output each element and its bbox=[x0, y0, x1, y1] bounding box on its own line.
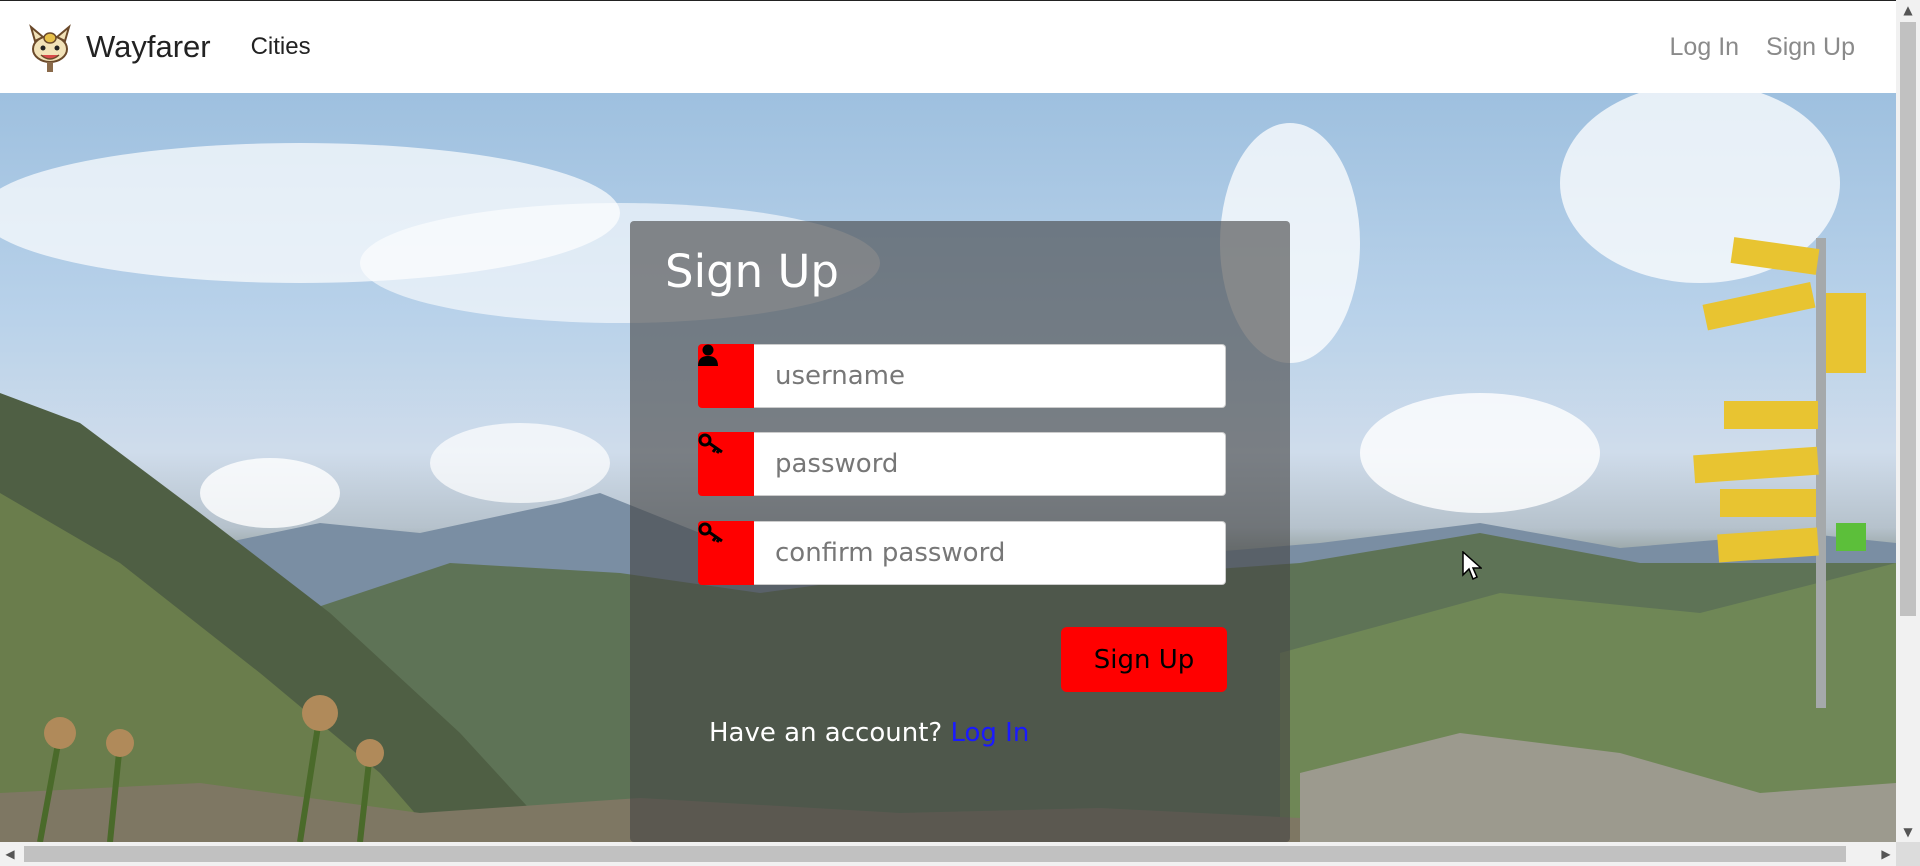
horizontal-scroll-thumb[interactable] bbox=[24, 846, 1846, 862]
signup-submit-button[interactable]: Sign Up bbox=[1061, 627, 1227, 692]
scroll-left-arrow-icon[interactable]: ◀ bbox=[0, 842, 20, 866]
nav-link-login[interactable]: Log In bbox=[1670, 33, 1740, 62]
nav-link-signup[interactable]: Sign Up bbox=[1766, 33, 1855, 62]
scrollbar-corner bbox=[1896, 842, 1920, 866]
vertical-scroll-thumb[interactable] bbox=[1900, 22, 1916, 616]
key-icon bbox=[698, 521, 754, 585]
confirm-password-field-group bbox=[698, 521, 1226, 585]
key-icon bbox=[698, 432, 754, 496]
username-field-group bbox=[698, 344, 1226, 408]
mouse-cursor-icon bbox=[1462, 551, 1482, 581]
signup-card: Sign Up username Sign Up Have an account… bbox=[630, 221, 1290, 842]
scroll-right-arrow-icon[interactable]: ▶ bbox=[1876, 842, 1896, 866]
confirm-password-input[interactable] bbox=[754, 521, 1226, 585]
brand[interactable]: Wayfarer bbox=[26, 21, 211, 73]
vertical-scrollbar[interactable]: ▲ ▼ bbox=[1896, 0, 1920, 842]
horizontal-scrollbar[interactable]: ◀ ▶ bbox=[0, 842, 1896, 866]
password-input[interactable] bbox=[754, 432, 1226, 496]
login-link[interactable]: Log In bbox=[950, 718, 1029, 748]
username-input[interactable] bbox=[754, 344, 1226, 408]
scroll-down-arrow-icon[interactable]: ▼ bbox=[1896, 822, 1920, 842]
have-account-line: Have an account? Log In bbox=[709, 718, 1029, 748]
password-field-group bbox=[698, 432, 1226, 496]
scroll-up-arrow-icon[interactable]: ▲ bbox=[1896, 0, 1920, 20]
nav-link-cities[interactable]: Cities bbox=[251, 33, 311, 61]
brand-name: Wayfarer bbox=[86, 29, 211, 64]
hero-background: Sign Up username Sign Up Have an account… bbox=[0, 93, 1896, 842]
signup-title: Sign Up bbox=[665, 245, 839, 298]
top-navbar: Wayfarer Cities Log In Sign Up bbox=[0, 0, 1896, 93]
have-account-text: Have an account? bbox=[709, 718, 943, 748]
meowth-logo-icon bbox=[29, 24, 71, 72]
nav-auth-links: Log In Sign Up bbox=[1670, 33, 1855, 62]
user-icon bbox=[698, 344, 754, 408]
